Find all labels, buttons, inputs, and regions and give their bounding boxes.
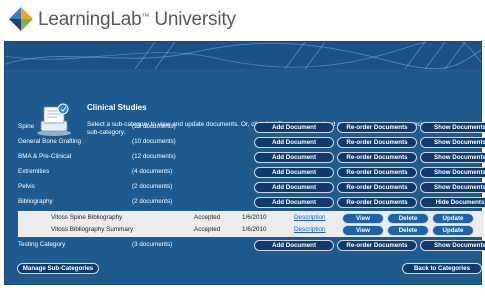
reorder-documents-button[interactable]: Re-order Documents (337, 152, 417, 163)
add-document-button[interactable]: Add Document (254, 122, 334, 133)
reorder-documents-button[interactable]: Re-order Documents (337, 167, 417, 178)
add-document-button[interactable]: Add Document (254, 137, 334, 148)
category-row: Pelvis (2 documents) Add Document Re-ord… (18, 181, 485, 193)
document-count: (10 documents) (132, 138, 176, 145)
main-panel: Clinical Studies Select a sub-category t… (4, 41, 485, 285)
add-document-button[interactable]: Add Document (254, 240, 334, 251)
show-documents-button[interactable]: Show Documents (420, 152, 485, 163)
description-link[interactable]: Description (294, 214, 326, 221)
show-documents-button[interactable]: Show Documents (420, 122, 485, 133)
document-count: (2 documents) (132, 198, 173, 205)
document-row: Vitoss Spine Bibliography Accepted 1/6/2… (18, 212, 484, 224)
category-name: General Bone Grafting (18, 138, 82, 145)
category-name: Testing Category (18, 241, 66, 248)
decorative-banner (5, 42, 481, 69)
manage-sub-categories-button[interactable]: Manage Sub-Categories (17, 263, 99, 274)
category-row: Testing Category (3 documents) Add Docum… (18, 239, 485, 251)
document-name: Vitoss Spine Bibliography (51, 214, 123, 221)
category-row: General Bone Grafting (10 documents) Add… (18, 136, 485, 148)
category-row: BMA & Pre-Clinical (12 documents) Add Do… (18, 151, 485, 163)
reorder-documents-button[interactable]: Re-order Documents (337, 182, 417, 193)
brand-name: LearningLab™ University (38, 9, 236, 31)
document-status: Accepted (194, 226, 221, 233)
document-status: Accepted (194, 214, 221, 221)
category-name: Extremities (18, 168, 50, 175)
top-bar: LearningLab™ University (0, 0, 485, 40)
back-to-categories-button[interactable]: Back to Categories (402, 263, 482, 274)
document-count: (3 documents) (132, 241, 173, 248)
category-row: Bibliography (2 documents) Add Document … (18, 196, 485, 208)
document-row: Vitoss Bibliography Summary Accepted 1/6… (18, 224, 484, 236)
update-button[interactable]: Update (432, 225, 474, 236)
document-name: Vitoss Bibliography Summary (51, 226, 134, 233)
reorder-documents-button[interactable]: Re-order Documents (337, 137, 417, 148)
delete-button[interactable]: Delete (387, 213, 429, 224)
brand-primary: LearningLab (38, 9, 142, 30)
document-count: (2 documents) (132, 183, 173, 190)
document-count: (12 documents) (132, 153, 176, 160)
section-title: Clinical Studies (87, 103, 147, 112)
brand-suffix: University (149, 9, 236, 30)
show-documents-button[interactable]: Show Documents (420, 240, 485, 251)
document-count: (4 documents) (132, 168, 173, 175)
document-date: 1/6/2010 (242, 226, 267, 233)
view-button[interactable]: View (342, 225, 384, 236)
document-count: (23 documents) (132, 123, 176, 130)
learninglab-logo-icon (9, 7, 33, 31)
add-document-button[interactable]: Add Document (254, 152, 334, 163)
reorder-documents-button[interactable]: Re-order Documents (337, 122, 417, 133)
document-list: Vitoss Spine Bibliography Accepted 1/6/2… (18, 211, 484, 237)
hide-documents-button[interactable]: Hide Documents (420, 197, 485, 208)
category-name: BMA & Pre-Clinical (18, 153, 72, 160)
add-document-button[interactable]: Add Document (254, 167, 334, 178)
trademark: ™ (141, 12, 150, 21)
category-name: Spine (18, 123, 35, 130)
view-button[interactable]: View (342, 213, 384, 224)
reorder-documents-button[interactable]: Re-order Documents (337, 197, 417, 208)
description-link[interactable]: Description (294, 226, 326, 233)
document-date: 1/6/2010 (242, 214, 267, 221)
show-documents-button[interactable]: Show Documents (420, 167, 485, 178)
category-name: Bibliography (18, 198, 53, 205)
add-document-button[interactable]: Add Document (254, 182, 334, 193)
category-name: Pelvis (18, 183, 35, 190)
delete-button[interactable]: Delete (387, 225, 429, 236)
update-button[interactable]: Update (432, 213, 474, 224)
show-documents-button[interactable]: Show Documents (420, 137, 485, 148)
add-document-button[interactable]: Add Document (254, 197, 334, 208)
show-documents-button[interactable]: Show Documents (420, 182, 485, 193)
category-row: Spine (23 documents) Add Document Re-ord… (18, 121, 485, 133)
reorder-documents-button[interactable]: Re-order Documents (337, 240, 417, 251)
category-row: Extremities (4 documents) Add Document R… (18, 166, 485, 178)
